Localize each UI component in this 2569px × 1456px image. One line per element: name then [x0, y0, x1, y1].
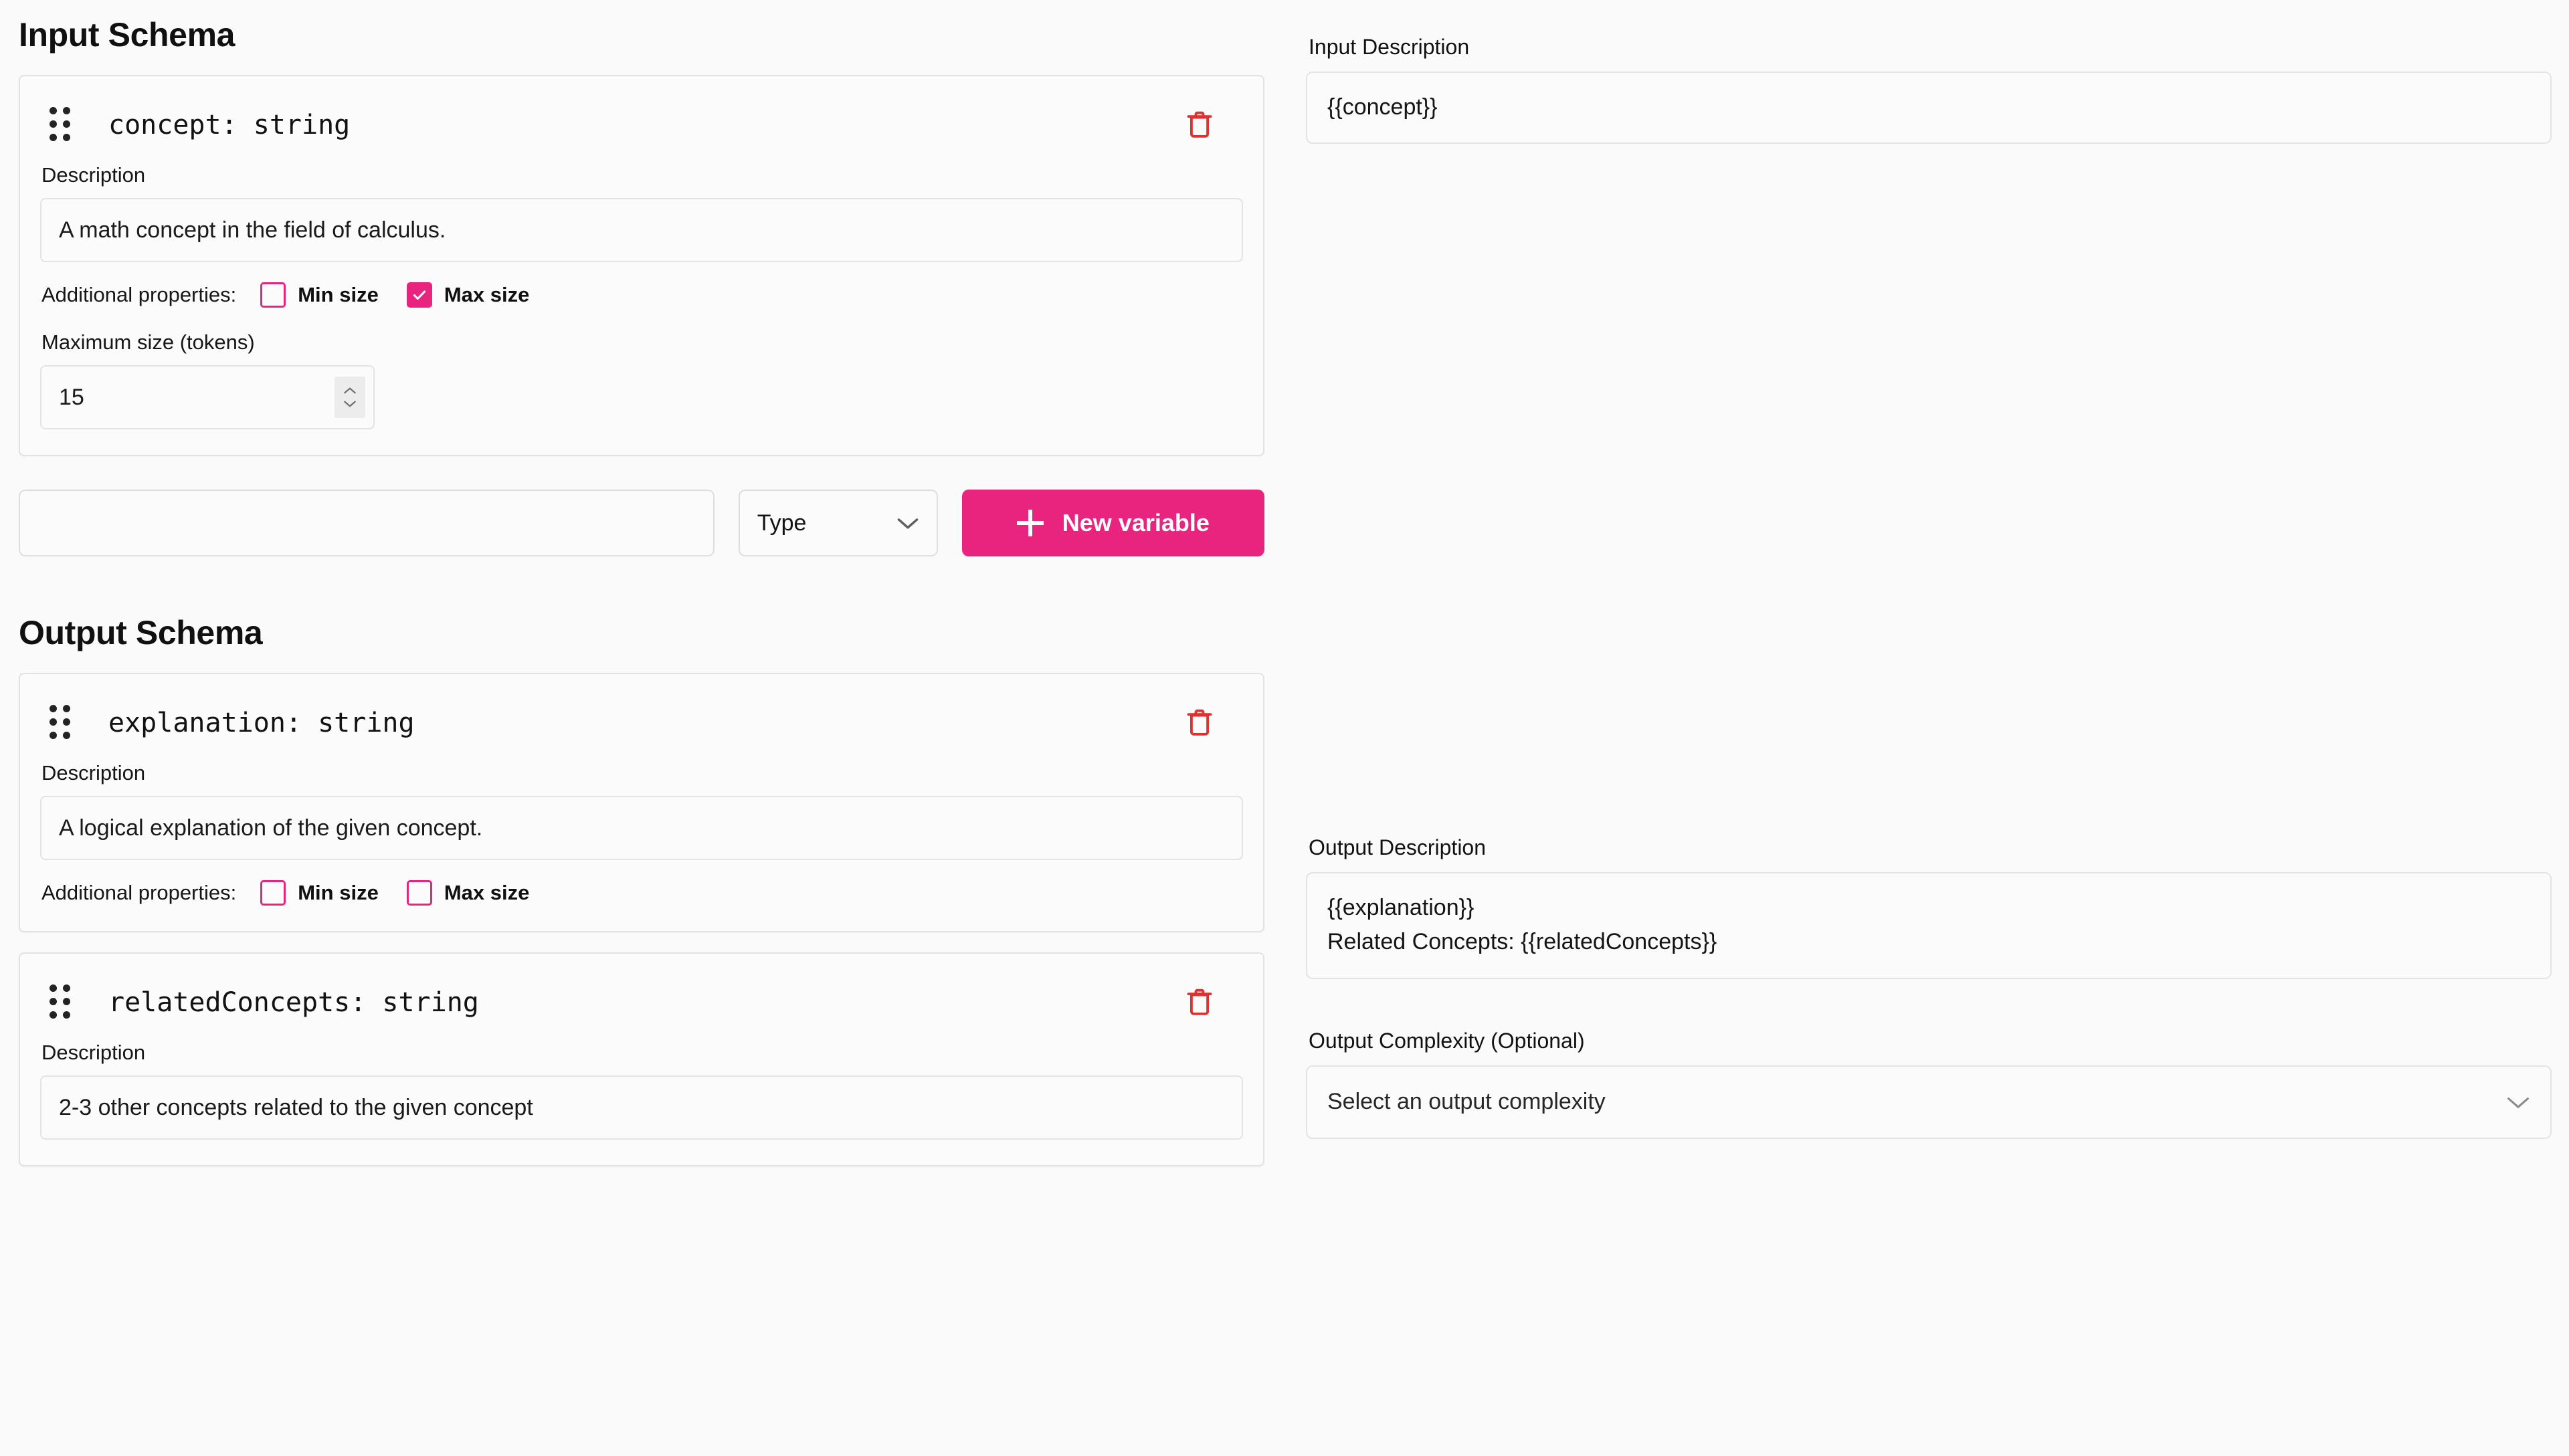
card-header: explanation: string — [40, 694, 1243, 752]
delete-field-button[interactable] — [1175, 100, 1224, 150]
input-schema-title: Input Schema — [19, 16, 235, 54]
output-complexity-select[interactable]: Select an output complexity — [1306, 1065, 2552, 1139]
drag-handle-icon[interactable] — [50, 982, 80, 1023]
description-label: Description — [41, 1041, 146, 1064]
maximum-size-label: Maximum size (tokens) — [41, 330, 255, 354]
additional-properties-label: Additional properties: — [41, 881, 237, 904]
additional-properties-row: Additional properties: Min size Max size — [40, 880, 1243, 906]
plus-icon — [1016, 510, 1044, 536]
card-header: concept: string — [40, 96, 1243, 154]
maximum-size-field — [40, 365, 375, 429]
number-stepper[interactable] — [335, 377, 365, 418]
additional-properties-label: Additional properties: — [41, 283, 237, 306]
two-column-layout: Input Schema concept: string Description… — [0, 0, 2569, 1166]
delete-field-button[interactable] — [1175, 698, 1224, 748]
input-field-card-concept: concept: string Description Additional p… — [19, 75, 1264, 456]
new-variable-button-label: New variable — [1062, 509, 1210, 536]
description-label: Description — [41, 163, 146, 187]
output-complexity-label: Output Complexity (Optional) — [1309, 1028, 1585, 1053]
min-size-label: Min size — [298, 881, 379, 904]
additional-properties-row: Additional properties: Min size Max size — [40, 282, 1243, 308]
description-input[interactable] — [40, 1075, 1243, 1140]
new-variable-type-select[interactable]: Type — [738, 490, 938, 556]
output-field-card-explanation: explanation: string Description Addition… — [19, 673, 1264, 932]
drag-handle-icon[interactable] — [50, 105, 80, 145]
description-input[interactable] — [40, 198, 1243, 262]
check-icon — [413, 290, 425, 300]
chevron-down-icon — [344, 401, 356, 407]
input-description-label: Input Description — [1309, 35, 1470, 59]
max-size-checkbox-group: Max size — [406, 880, 530, 906]
min-size-checkbox-group: Min size — [260, 880, 379, 906]
trash-icon — [1187, 111, 1212, 138]
input-description-block: Input Description {{concept}} — [1306, 0, 2552, 144]
input-description-textarea[interactable]: {{concept}} — [1306, 72, 2552, 144]
output-description-label: Output Description — [1309, 835, 1487, 859]
max-size-checkbox-group: Max size — [406, 282, 530, 308]
description-label: Description — [41, 761, 146, 785]
card-header: relatedConcepts: string — [40, 974, 1243, 1031]
type-select-label: Type — [757, 510, 807, 536]
max-size-checkbox[interactable] — [406, 880, 432, 906]
new-variable-button[interactable]: New variable — [961, 490, 1264, 556]
trash-icon — [1187, 989, 1212, 1015]
delete-field-button[interactable] — [1175, 978, 1224, 1027]
output-description-block: Output Description {{explanation}} Relat… — [1306, 835, 2552, 979]
max-size-label: Max size — [444, 881, 530, 904]
chevron-down-icon — [897, 518, 919, 529]
chevron-up-icon — [344, 387, 356, 394]
chevron-down-icon — [2507, 1097, 2529, 1108]
field-signature: explanation: string — [108, 708, 415, 738]
description-input[interactable] — [40, 796, 1243, 860]
output-schema-title: Output Schema — [19, 614, 263, 651]
min-size-checkbox[interactable] — [260, 282, 286, 308]
right-column-spacer — [1306, 144, 2552, 835]
max-size-checkbox[interactable] — [406, 282, 432, 308]
min-size-label: Min size — [298, 283, 379, 306]
output-field-card-relatedconcepts: relatedConcepts: string Description — [19, 952, 1264, 1166]
new-variable-name-input[interactable] — [19, 490, 715, 556]
schema-column: Input Schema concept: string Description… — [19, 0, 1264, 1166]
output-complexity-placeholder: Select an output complexity — [1327, 1089, 1606, 1115]
descriptions-column: Input Description {{concept}} Output Des… — [1306, 0, 2552, 1166]
trash-icon — [1187, 709, 1212, 736]
output-description-textarea[interactable]: {{explanation}} Related Concepts: {{rela… — [1306, 871, 2552, 979]
field-signature: concept: string — [108, 110, 351, 140]
min-size-checkbox-group: Min size — [260, 282, 379, 308]
output-complexity-block: Output Complexity (Optional) Select an o… — [1306, 1029, 2552, 1139]
field-signature: relatedConcepts: string — [108, 987, 479, 1018]
maximum-size-input[interactable] — [40, 365, 375, 429]
max-size-label: Max size — [444, 283, 530, 306]
new-variable-row: Type New variable — [19, 490, 1264, 556]
schema-editor-page: Input Schema concept: string Description… — [0, 0, 2569, 1456]
drag-handle-icon[interactable] — [50, 703, 80, 743]
min-size-checkbox[interactable] — [260, 880, 286, 906]
